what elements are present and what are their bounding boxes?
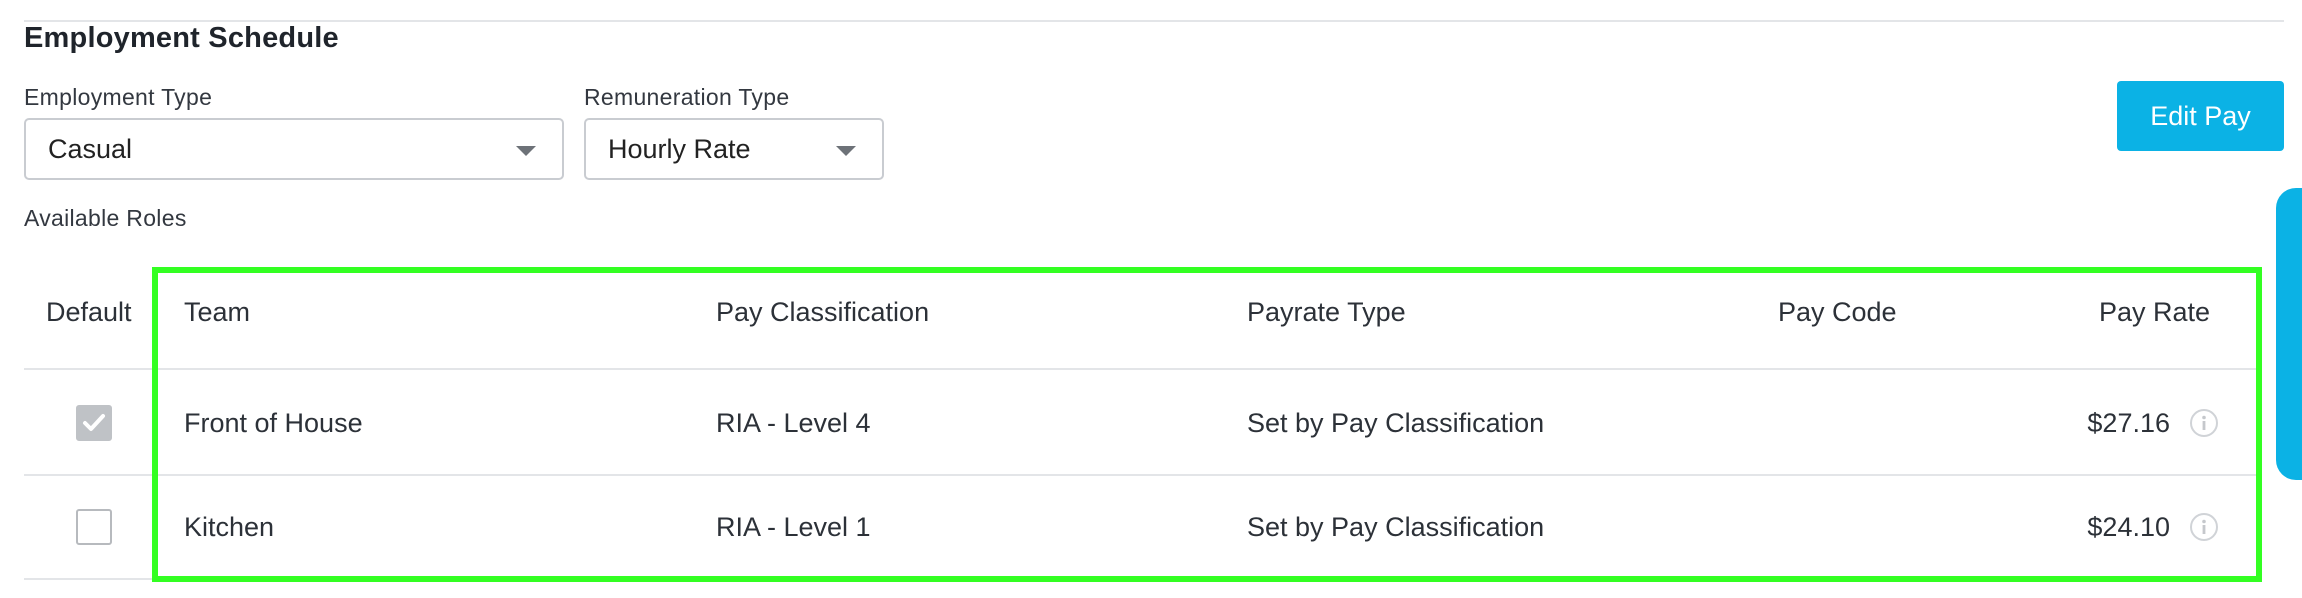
remuneration-type-label: Remuneration Type — [584, 84, 790, 110]
employment-type-value: Casual — [48, 134, 133, 164]
employment-type-label: Employment Type — [24, 84, 213, 110]
edit-pay-button[interactable]: Edit Pay — [2117, 81, 2284, 151]
available-roles-label: Available Roles — [24, 205, 187, 231]
chevron-down-icon — [836, 146, 856, 156]
remuneration-type-value: Hourly Rate — [608, 134, 751, 164]
column-header-default: Default — [46, 297, 132, 327]
top-divider — [24, 20, 2284, 22]
employment-schedule-panel: Employment Schedule Employment Type Casu… — [0, 0, 2302, 598]
default-checkbox[interactable] — [76, 509, 112, 545]
checkmark-icon — [83, 414, 105, 431]
section-title: Employment Schedule — [24, 22, 339, 54]
remuneration-type-select[interactable]: Hourly Rate — [584, 118, 884, 180]
default-checkbox[interactable] — [76, 405, 112, 441]
highlight-outline — [152, 267, 2262, 582]
side-panel-tab[interactable] — [2276, 188, 2302, 480]
chevron-down-icon — [516, 146, 536, 156]
employment-type-select[interactable]: Casual — [24, 118, 564, 180]
